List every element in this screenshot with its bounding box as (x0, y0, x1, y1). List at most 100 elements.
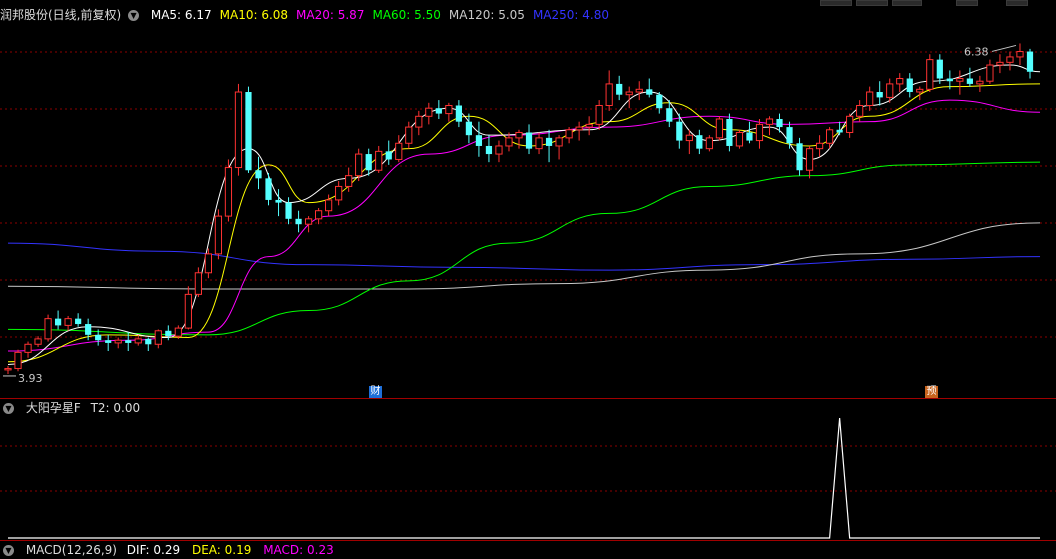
candle-body (555, 137, 563, 147)
candle-body (24, 343, 32, 353)
candle-body (996, 61, 1004, 66)
candle (304, 216, 313, 233)
indicator-title[interactable]: 大阳孕星F (26, 401, 81, 415)
candle-body (956, 78, 964, 82)
candle-body (125, 340, 132, 343)
candle (966, 67, 973, 87)
candle-body (275, 199, 282, 203)
earnings-tag-label: 财 (370, 386, 381, 397)
toolbar-button[interactable] (892, 0, 922, 6)
candle-body (776, 118, 783, 128)
candle (4, 365, 12, 374)
chevron-down-icon[interactable]: ▼ (128, 10, 140, 21)
candle (455, 100, 462, 128)
candle-body (786, 127, 793, 144)
candle (1026, 48, 1034, 79)
low-price-label: 3.93 (18, 372, 43, 385)
candle-body (4, 368, 12, 371)
toolbar-button[interactable] (1006, 0, 1028, 6)
toolbar-button[interactable] (856, 0, 888, 6)
ma-label: MA5: 6.17 (150, 8, 212, 22)
candle-body (295, 218, 302, 225)
candle-body (255, 170, 262, 179)
candle (896, 73, 904, 93)
candle-body (365, 154, 372, 171)
candle-body (34, 338, 42, 345)
candle (525, 124, 533, 155)
candle-body (165, 330, 172, 337)
earnings-tag[interactable]: 财 (369, 386, 382, 398)
candle-body (224, 167, 233, 217)
candle-body (515, 131, 523, 139)
forecast-tag[interactable]: 预 (925, 386, 938, 398)
candle-body (234, 91, 243, 169)
candle (976, 75, 984, 93)
candle (154, 329, 162, 349)
forecast-tag-label: 预 (926, 386, 937, 397)
candle (805, 145, 814, 179)
candle-body (916, 88, 924, 93)
candle-body (304, 218, 313, 225)
candle (986, 59, 994, 84)
candle-body (204, 253, 212, 274)
ma-line-ma250 (7, 242, 1041, 271)
candle-body (505, 137, 513, 147)
ma-line-ma20 (7, 99, 1041, 352)
candle (535, 132, 543, 155)
macd-name[interactable]: MACD(12,26,9) (26, 543, 117, 557)
toolbar-button[interactable] (956, 0, 978, 6)
macd-value: MACD: 0.23 (263, 543, 334, 557)
candle (545, 129, 553, 163)
toolbar-button[interactable] (820, 0, 852, 6)
candle (415, 110, 423, 136)
candle-body (876, 92, 883, 98)
candle-body (666, 108, 673, 122)
stock-title[interactable]: 润邦股份(日线,前复权) (0, 8, 121, 22)
candle-body (214, 215, 223, 255)
chevron-down-icon[interactable]: ▼ (3, 545, 14, 556)
candle-body (575, 126, 583, 131)
pane-divider[interactable] (0, 398, 1056, 399)
candle (64, 315, 72, 331)
candle (134, 334, 142, 346)
candlestick-chart[interactable]: 6.38 3.93 (0, 24, 1056, 398)
candle-body (54, 318, 62, 326)
candle (385, 140, 392, 165)
candle-body (75, 318, 82, 325)
candle (866, 86, 874, 111)
ma-label: MA10: 6.08 (219, 8, 289, 22)
candle (245, 86, 252, 173)
candle (295, 210, 302, 233)
candle-body (475, 135, 483, 146)
candle-body (846, 115, 854, 133)
candle (34, 336, 42, 347)
candle (75, 313, 82, 327)
high-pointer (991, 44, 1017, 52)
candle-body (755, 123, 764, 142)
candle (495, 140, 503, 163)
candle-body (445, 104, 453, 115)
candle (926, 54, 934, 93)
candle (555, 135, 563, 160)
candle (956, 70, 964, 95)
macd-header: ▼ MACD(12,26,9) DIF: 0.29 DEA: 0.19 MACD… (0, 541, 342, 559)
candle (565, 127, 573, 144)
candle-body (345, 175, 353, 187)
candle-body (194, 272, 202, 295)
candle (265, 172, 272, 206)
candle-body (184, 293, 192, 329)
candle-body (656, 94, 663, 109)
candle (735, 129, 744, 149)
candle-body (896, 78, 904, 85)
candle (605, 70, 613, 111)
chevron-down-icon[interactable]: ▼ (3, 403, 14, 414)
candle-body (465, 121, 473, 136)
indicator-header: ▼ 大阳孕星F T2: 0.00 (0, 399, 148, 417)
candle-body (405, 126, 413, 144)
candle-body (154, 330, 162, 345)
candle (54, 310, 62, 330)
indicator-chart[interactable] (0, 416, 1056, 540)
candle-body (595, 104, 603, 125)
candle-body (805, 148, 814, 171)
candle-body (765, 118, 774, 125)
